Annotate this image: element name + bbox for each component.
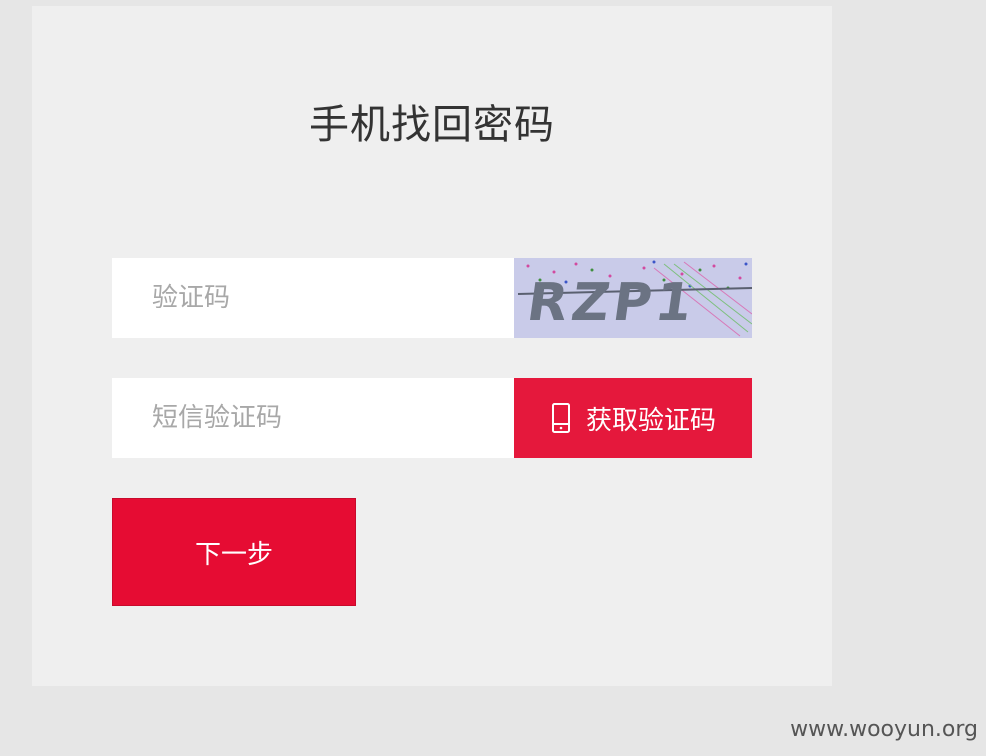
sms-row: 获取验证码	[112, 378, 752, 458]
page: 手机找回密码 验证码 RZP1 短信验证码 获取验证码 下一步 www.wooy…	[0, 0, 986, 756]
get-sms-code-button[interactable]: 获取验证码	[514, 378, 752, 458]
page-title: 手机找回密码	[309, 102, 555, 148]
get-sms-code-label: 获取验证码	[585, 405, 716, 436]
sms-code-input[interactable]	[112, 378, 514, 458]
captcha-input[interactable]	[112, 258, 514, 338]
captcha-row: RZP1	[112, 258, 752, 338]
captcha-image[interactable]: RZP1	[514, 258, 752, 338]
next-step-button[interactable]: 下一步	[112, 498, 356, 606]
captcha-graphic: RZP1	[514, 258, 752, 338]
watermark: www.wooyun.org	[790, 717, 978, 742]
phone-icon	[550, 402, 572, 434]
password-recovery-card: 手机找回密码 验证码 RZP1 短信验证码 获取验证码 下一步	[32, 6, 832, 686]
captcha-text: RZP1	[523, 273, 699, 333]
